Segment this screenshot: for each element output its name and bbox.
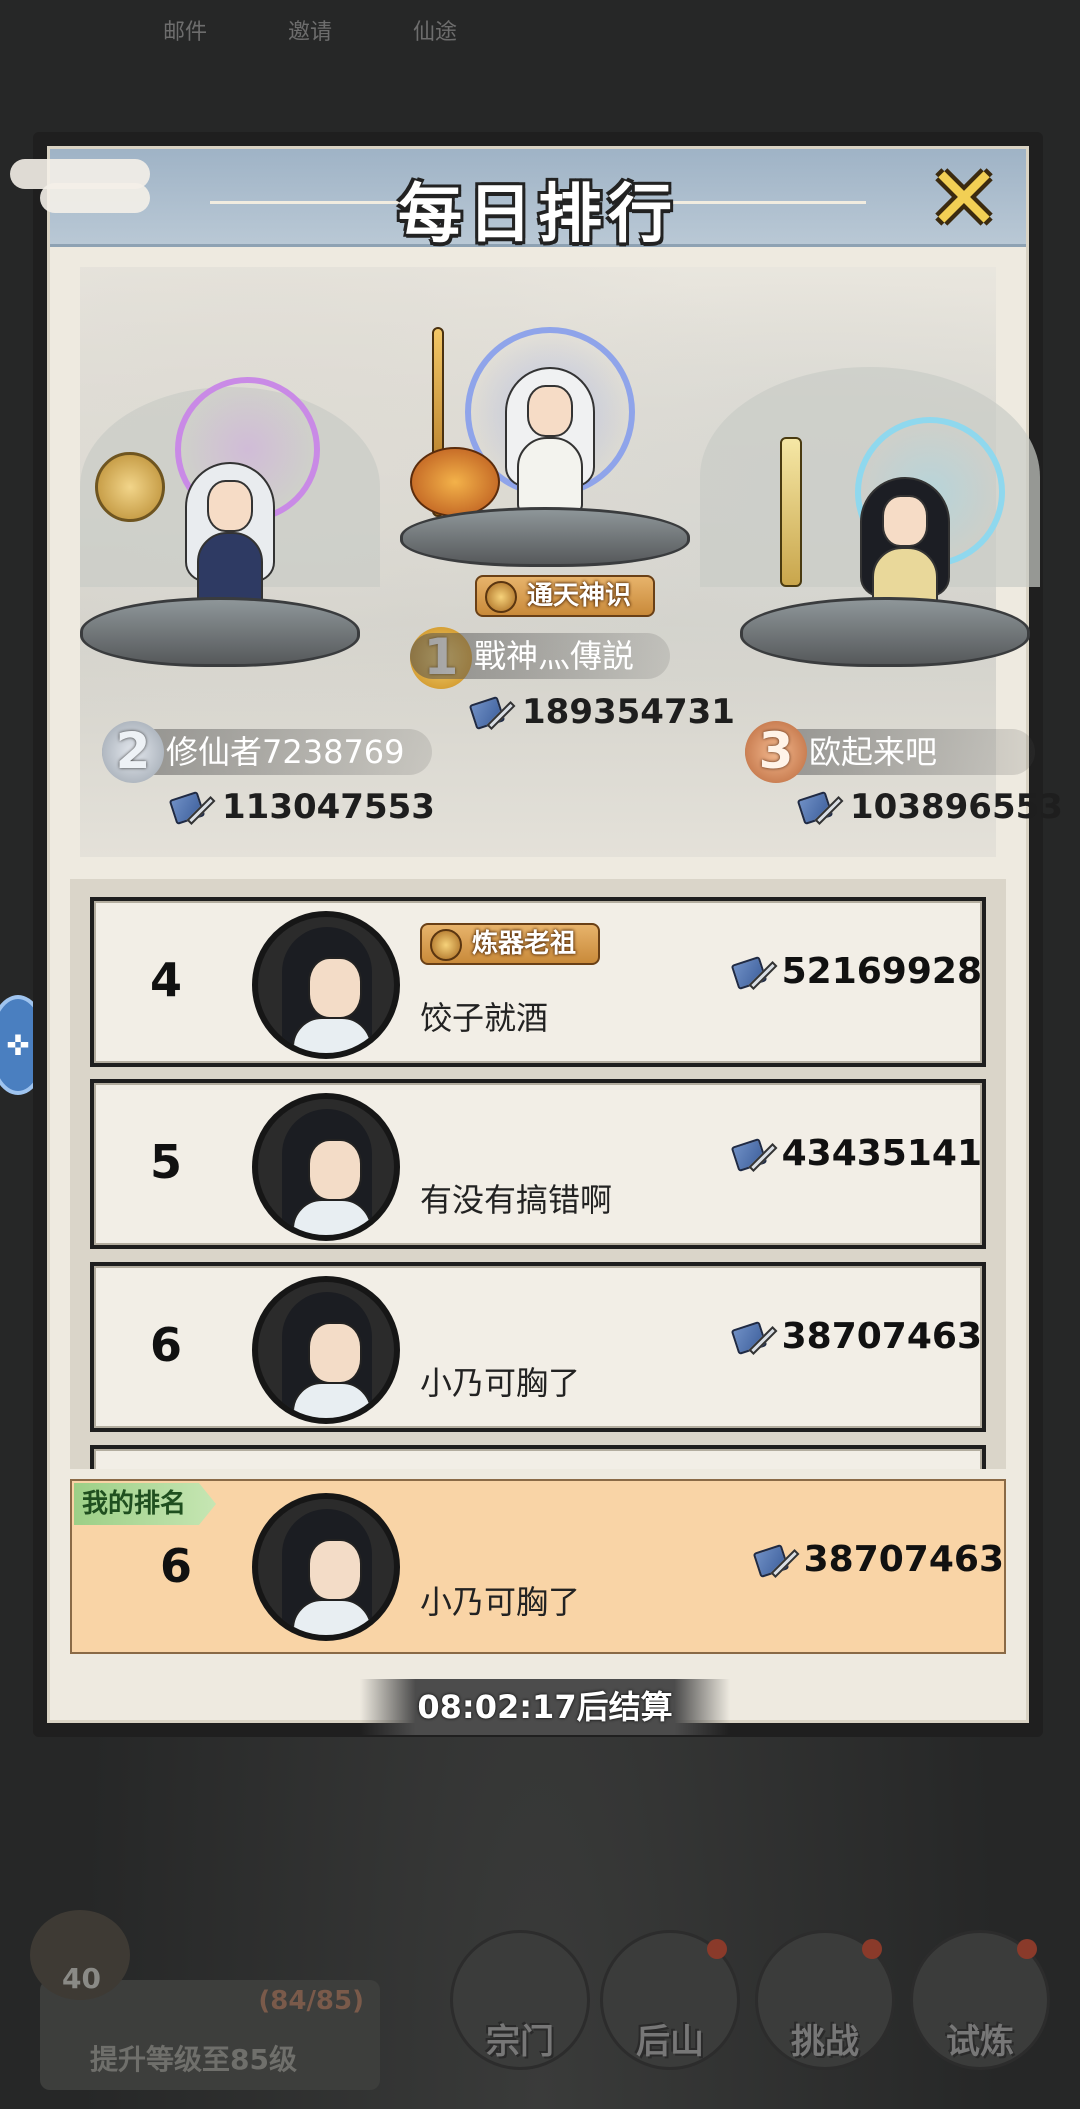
rank1-character[interactable] — [495, 347, 605, 517]
row-power-value: 43435141 — [781, 1133, 982, 1174]
avatar[interactable] — [252, 1093, 400, 1241]
combat-power-icon — [752, 1540, 800, 1580]
my-player-name: 小乃可胸了 — [420, 1583, 581, 1621]
ranking-row[interactable]: 5 有没有搞错啊 43435141 — [90, 1079, 986, 1249]
ranking-row[interactable] — [90, 1445, 986, 1469]
combat-power-icon — [468, 692, 516, 732]
title-emblem-icon — [430, 929, 462, 961]
avatar[interactable] — [252, 911, 400, 1059]
row-title-tag: 炼器老祖 — [420, 923, 601, 965]
nav-challenge-button[interactable]: 挑战 — [755, 1930, 895, 2070]
row-player-name: 饺子就酒 — [420, 999, 549, 1037]
notification-dot — [707, 1939, 727, 1959]
task-progress: (84/85) — [258, 1986, 364, 2016]
nav-challenge-label: 挑战 — [791, 2022, 859, 2062]
nav-sect-button[interactable]: 宗门 — [450, 1930, 590, 2070]
treasure-chest-button[interactable]: 40 — [30, 1910, 130, 2000]
combat-power-icon — [168, 787, 216, 827]
notification-dot — [862, 1939, 882, 1959]
rank1-rock-platform — [400, 507, 690, 567]
title-bar: 每日排行 ✕ — [10, 149, 1026, 252]
page-title: 每日排行 — [398, 178, 678, 252]
row-rank: 4 — [150, 953, 183, 1007]
nav-backhill-label: 后山 — [636, 2022, 704, 2062]
daily-ranking-panel: 每日排行 ✕ 通天神识 戰神灬傳説 189354731 修仙者7238769 2… — [10, 132, 1063, 1737]
rank2-rock-platform — [80, 597, 360, 667]
top-icon-bar: 邮件 邀请 仙途 — [150, 0, 470, 50]
rank1-name: 戰神灬傳説 — [474, 637, 635, 675]
nav-backhill-button[interactable]: 后山 — [600, 1930, 740, 2070]
rank2-power-value: 113047553 — [222, 787, 435, 827]
row-power: 52169928 — [730, 951, 982, 992]
my-rank-row[interactable]: 我的排名 6 小乃可胸了 38707463 — [70, 1479, 1006, 1654]
row-power: 38707463 — [730, 1316, 982, 1357]
ranking-row[interactable]: 4 炼器老祖 饺子就酒 52169928 — [90, 897, 986, 1067]
journey-button[interactable]: 仙途 — [400, 0, 470, 50]
row-power-value: 52169928 — [781, 951, 982, 992]
chest-level: 40 — [62, 1962, 101, 1995]
row-player-name: 小乃可胸了 — [420, 1364, 581, 1402]
ranking-row[interactable]: 6 小乃可胸了 38707463 — [90, 1262, 986, 1432]
ranking-list[interactable]: 4 炼器老祖 饺子就酒 52169928 5 有没有搞错啊 43435141 6… — [70, 879, 1006, 1469]
panel-body: 每日排行 ✕ 通天神识 戰神灬傳説 189354731 修仙者7238769 2… — [10, 146, 1063, 1735]
mail-label: 邮件 — [162, 20, 207, 45]
avatar[interactable] — [252, 1276, 400, 1424]
nav-trial-label: 试炼 — [946, 2022, 1014, 2062]
row-title-text: 炼器老祖 — [472, 929, 577, 959]
my-rank-number: 6 — [160, 1539, 193, 1593]
rank3-badge: 3 — [745, 721, 807, 783]
rank2-character[interactable] — [175, 442, 285, 612]
my-avatar[interactable] — [252, 1493, 400, 1641]
rank3-power-value: 103896553 — [850, 787, 1063, 827]
settlement-countdown: 08:02:17后结算 — [360, 1679, 730, 1735]
rank3-power: 103896553 — [796, 787, 1063, 827]
gamepad-icon: ✜ — [6, 1028, 30, 1062]
nav-sect-label: 宗门 — [486, 2022, 554, 2062]
task-text: 提升等级至85级 — [90, 2043, 297, 2076]
rank1-power: 189354731 — [468, 692, 735, 732]
rank1-title-text: 通天神识 — [527, 581, 632, 611]
journey-label: 仙途 — [412, 20, 457, 45]
row-power: 43435141 — [730, 1133, 982, 1174]
my-rank-label: 我的排名 — [74, 1483, 217, 1525]
notification-dot — [1017, 1939, 1037, 1959]
invite-button[interactable]: 邀请 — [275, 0, 345, 50]
my-power-value: 38707463 — [803, 1539, 1004, 1580]
title-emblem-icon — [485, 581, 517, 613]
fire-dragon-pet — [410, 447, 500, 517]
close-x-icon: ✕ — [927, 147, 1001, 250]
close-button[interactable]: ✕ — [924, 155, 1004, 243]
rank2-name: 修仙者7238769 — [166, 733, 405, 771]
combat-power-icon — [730, 1134, 778, 1174]
rank2-power: 113047553 — [168, 787, 435, 827]
rank2-badge: 2 — [102, 721, 164, 783]
golden-sword-icon — [780, 437, 802, 587]
row-power-value: 38707463 — [781, 1316, 982, 1357]
combat-power-icon — [730, 1317, 778, 1357]
golden-wheel-icon — [95, 452, 165, 522]
rank3-name: 欧起来吧 — [809, 733, 938, 771]
nav-trial-button[interactable]: 试炼 — [910, 1930, 1050, 2070]
mail-button[interactable]: 邮件 — [150, 0, 220, 50]
my-power: 38707463 — [752, 1539, 1004, 1580]
row-rank: 5 — [150, 1135, 183, 1189]
rank1-title-tag: 通天神识 — [475, 575, 656, 617]
top-three-podium: 通天神识 1 戰神灬傳説 189354731 修仙者7238769 — [80, 267, 1063, 857]
row-rank: 6 — [150, 1318, 183, 1372]
rank1-power-value: 189354731 — [522, 692, 735, 732]
row-player-name: 有没有搞错啊 — [420, 1181, 613, 1219]
rank3-rock-platform — [740, 597, 1030, 667]
combat-power-icon — [796, 787, 844, 827]
combat-power-icon — [730, 952, 778, 992]
rank1-name-plate: 戰神灬傳説 — [410, 633, 670, 679]
invite-label: 邀请 — [287, 20, 332, 45]
